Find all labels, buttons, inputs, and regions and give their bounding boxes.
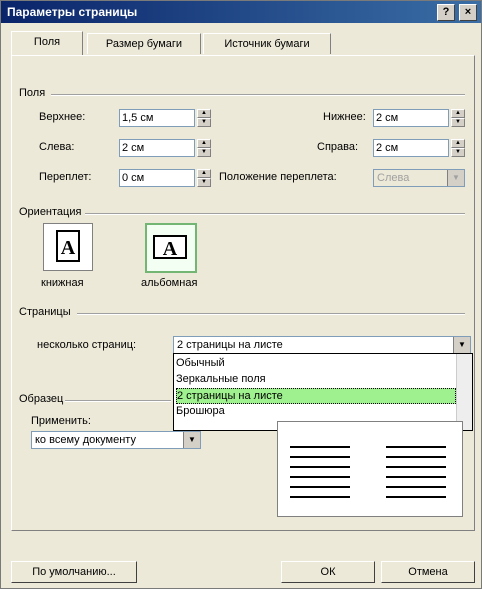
multiple-pages-label: несколько страниц:: [37, 339, 137, 351]
portrait-label: книжная: [41, 277, 84, 289]
right-margin-spinner[interactable]: ▲ ▼: [451, 139, 465, 157]
cancel-button[interactable]: Отмена: [381, 561, 475, 583]
portrait-page-icon: A: [56, 230, 80, 262]
chevron-down-icon: ▼: [453, 337, 470, 353]
close-button[interactable]: ×: [459, 4, 477, 21]
preview-line: [290, 466, 350, 468]
bottom-margin-label: Нижнее:: [323, 111, 366, 123]
preview-line: [386, 466, 446, 468]
tab-paper-source[interactable]: Источник бумаги: [203, 33, 331, 54]
help-button[interactable]: ?: [437, 4, 455, 21]
gutter-position-select[interactable]: Слева ▼: [373, 169, 465, 187]
top-margin-spinner[interactable]: ▲ ▼: [197, 109, 211, 127]
landscape-label: альбомная: [141, 277, 198, 289]
apply-to-select[interactable]: ко всему документу ▼: [31, 431, 201, 449]
left-margin-input[interactable]: 2 см: [119, 139, 195, 157]
top-margin-input[interactable]: 1,5 см: [119, 109, 195, 127]
margins-header: Поля: [19, 87, 46, 99]
pages-header: Страницы: [19, 306, 71, 318]
svg-text:A: A: [163, 238, 178, 260]
ok-button[interactable]: ОК: [281, 561, 375, 583]
preview-line: [290, 486, 350, 488]
preview-line: [386, 476, 446, 478]
orientation-header: Ориентация: [19, 206, 82, 218]
multiple-pages-value: 2 страницы на листе: [177, 339, 283, 351]
landscape-option[interactable]: A: [145, 223, 197, 273]
bottom-margin-spinner[interactable]: ▲ ▼: [451, 109, 465, 127]
page-setup-dialog: Параметры страницы ? × Поля Размер бумаг…: [0, 0, 482, 589]
dropdown-option-booklet[interactable]: Брошюра: [176, 404, 225, 418]
preview-line: [386, 496, 446, 498]
left-margin-spinner[interactable]: ▲ ▼: [197, 139, 211, 157]
gutter-input[interactable]: 0 см: [119, 169, 195, 187]
preview-line: [290, 456, 350, 458]
preview-line: [290, 476, 350, 478]
dropdown-scrollbar[interactable]: [456, 354, 472, 430]
landscape-page-icon: A: [153, 235, 187, 260]
preview-divider: [65, 400, 171, 402]
window-title: Параметры страницы: [7, 5, 138, 19]
preview-line: [386, 486, 446, 488]
top-margin-label: Верхнее:: [39, 111, 86, 123]
dropdown-option-normal[interactable]: Обычный: [176, 356, 225, 370]
orientation-divider: [85, 213, 465, 215]
default-button[interactable]: По умолчанию...: [11, 561, 137, 583]
preview-line: [290, 496, 350, 498]
gutter-label: Переплет:: [39, 171, 92, 183]
dropdown-option-mirror[interactable]: Зеркальные поля: [176, 372, 266, 386]
right-margin-input[interactable]: 2 см: [373, 139, 449, 157]
tab-paper-size[interactable]: Размер бумаги: [87, 33, 201, 54]
gutter-position-value: Слева: [377, 172, 410, 184]
apply-to-value: ко всему документу: [35, 434, 136, 446]
chevron-down-icon: ▼: [447, 170, 464, 186]
right-margin-label: Справа:: [317, 141, 359, 153]
apply-to-label: Применить:: [31, 415, 91, 427]
preview-line: [386, 456, 446, 458]
left-margin-label: Слева:: [39, 141, 75, 153]
preview-line: [290, 446, 350, 448]
dropdown-option-two-pages[interactable]: 2 страницы на листе: [176, 388, 456, 404]
preview-header: Образец: [19, 393, 64, 405]
svg-text:A: A: [61, 237, 76, 259]
pages-divider: [77, 313, 465, 315]
chevron-down-icon: ▼: [183, 432, 200, 448]
multiple-pages-select[interactable]: 2 страницы на листе ▼: [173, 336, 471, 354]
multiple-pages-dropdown: Обычный Зеркальные поля 2 страницы на ли…: [173, 353, 473, 431]
margins-divider: [51, 94, 465, 96]
preview-line: [386, 446, 446, 448]
page-preview: [277, 421, 463, 517]
title-bar: Параметры страницы ? ×: [1, 1, 481, 23]
tab-margins[interactable]: Поля: [11, 31, 83, 55]
gutter-position-label: Положение переплета:: [219, 171, 337, 183]
bottom-margin-input[interactable]: 2 см: [373, 109, 449, 127]
gutter-spinner[interactable]: ▲ ▼: [197, 169, 211, 187]
portrait-option[interactable]: A: [43, 223, 93, 271]
